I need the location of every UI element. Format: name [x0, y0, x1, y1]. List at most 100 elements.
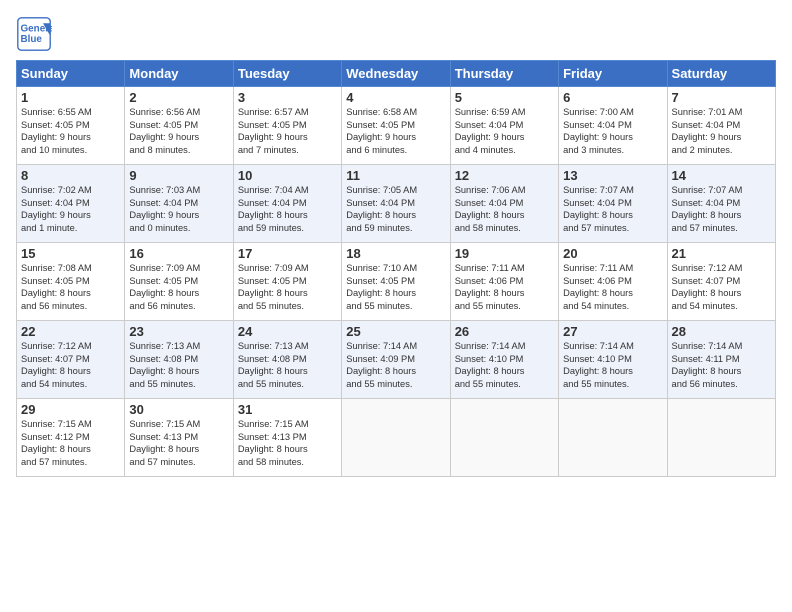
day-number: 12 [455, 168, 554, 183]
cell-info: Sunrise: 7:14 AM Sunset: 4:11 PM Dayligh… [672, 340, 771, 390]
calendar-week-2: 8Sunrise: 7:02 AM Sunset: 4:04 PM Daylig… [17, 165, 776, 243]
calendar-cell: 24Sunrise: 7:13 AM Sunset: 4:08 PM Dayli… [233, 321, 341, 399]
cell-info: Sunrise: 7:11 AM Sunset: 4:06 PM Dayligh… [563, 262, 662, 312]
cell-info: Sunrise: 7:13 AM Sunset: 4:08 PM Dayligh… [129, 340, 228, 390]
calendar-cell: 17Sunrise: 7:09 AM Sunset: 4:05 PM Dayli… [233, 243, 341, 321]
day-number: 19 [455, 246, 554, 261]
calendar-cell: 20Sunrise: 7:11 AM Sunset: 4:06 PM Dayli… [559, 243, 667, 321]
day-number: 13 [563, 168, 662, 183]
cell-info: Sunrise: 7:08 AM Sunset: 4:05 PM Dayligh… [21, 262, 120, 312]
cell-info: Sunrise: 7:11 AM Sunset: 4:06 PM Dayligh… [455, 262, 554, 312]
day-number: 27 [563, 324, 662, 339]
day-number: 10 [238, 168, 337, 183]
day-number: 30 [129, 402, 228, 417]
day-number: 3 [238, 90, 337, 105]
calendar-cell: 29Sunrise: 7:15 AM Sunset: 4:12 PM Dayli… [17, 399, 125, 477]
day-number: 4 [346, 90, 445, 105]
calendar-cell [342, 399, 450, 477]
day-number: 28 [672, 324, 771, 339]
day-number: 8 [21, 168, 120, 183]
day-number: 9 [129, 168, 228, 183]
weekday-header-tuesday: Tuesday [233, 61, 341, 87]
weekday-header-wednesday: Wednesday [342, 61, 450, 87]
day-number: 23 [129, 324, 228, 339]
cell-info: Sunrise: 7:09 AM Sunset: 4:05 PM Dayligh… [238, 262, 337, 312]
cell-info: Sunrise: 7:07 AM Sunset: 4:04 PM Dayligh… [563, 184, 662, 234]
calendar-cell: 5Sunrise: 6:59 AM Sunset: 4:04 PM Daylig… [450, 87, 558, 165]
weekday-header-sunday: Sunday [17, 61, 125, 87]
cell-info: Sunrise: 7:14 AM Sunset: 4:10 PM Dayligh… [563, 340, 662, 390]
weekday-header-row: SundayMondayTuesdayWednesdayThursdayFrid… [17, 61, 776, 87]
day-number: 7 [672, 90, 771, 105]
day-number: 18 [346, 246, 445, 261]
day-number: 20 [563, 246, 662, 261]
calendar-cell: 23Sunrise: 7:13 AM Sunset: 4:08 PM Dayli… [125, 321, 233, 399]
calendar-week-4: 22Sunrise: 7:12 AM Sunset: 4:07 PM Dayli… [17, 321, 776, 399]
day-number: 2 [129, 90, 228, 105]
calendar-cell: 2Sunrise: 6:56 AM Sunset: 4:05 PM Daylig… [125, 87, 233, 165]
cell-info: Sunrise: 7:06 AM Sunset: 4:04 PM Dayligh… [455, 184, 554, 234]
calendar-cell: 9Sunrise: 7:03 AM Sunset: 4:04 PM Daylig… [125, 165, 233, 243]
calendar-cell: 3Sunrise: 6:57 AM Sunset: 4:05 PM Daylig… [233, 87, 341, 165]
calendar-cell: 15Sunrise: 7:08 AM Sunset: 4:05 PM Dayli… [17, 243, 125, 321]
cell-info: Sunrise: 7:14 AM Sunset: 4:10 PM Dayligh… [455, 340, 554, 390]
calendar-cell [559, 399, 667, 477]
calendar-cell [450, 399, 558, 477]
cell-info: Sunrise: 7:02 AM Sunset: 4:04 PM Dayligh… [21, 184, 120, 234]
header: General Blue [16, 16, 776, 52]
logo: General Blue [16, 16, 56, 52]
cell-info: Sunrise: 7:12 AM Sunset: 4:07 PM Dayligh… [21, 340, 120, 390]
calendar-week-3: 15Sunrise: 7:08 AM Sunset: 4:05 PM Dayli… [17, 243, 776, 321]
day-number: 29 [21, 402, 120, 417]
calendar-cell: 22Sunrise: 7:12 AM Sunset: 4:07 PM Dayli… [17, 321, 125, 399]
day-number: 16 [129, 246, 228, 261]
calendar-cell: 11Sunrise: 7:05 AM Sunset: 4:04 PM Dayli… [342, 165, 450, 243]
day-number: 5 [455, 90, 554, 105]
cell-info: Sunrise: 7:01 AM Sunset: 4:04 PM Dayligh… [672, 106, 771, 156]
svg-text:Blue: Blue [21, 34, 43, 45]
cell-info: Sunrise: 6:57 AM Sunset: 4:05 PM Dayligh… [238, 106, 337, 156]
calendar-cell: 30Sunrise: 7:15 AM Sunset: 4:13 PM Dayli… [125, 399, 233, 477]
cell-info: Sunrise: 6:56 AM Sunset: 4:05 PM Dayligh… [129, 106, 228, 156]
day-number: 21 [672, 246, 771, 261]
day-number: 31 [238, 402, 337, 417]
day-number: 6 [563, 90, 662, 105]
calendar-cell: 6Sunrise: 7:00 AM Sunset: 4:04 PM Daylig… [559, 87, 667, 165]
day-number: 15 [21, 246, 120, 261]
calendar-cell: 26Sunrise: 7:14 AM Sunset: 4:10 PM Dayli… [450, 321, 558, 399]
cell-info: Sunrise: 7:00 AM Sunset: 4:04 PM Dayligh… [563, 106, 662, 156]
day-number: 11 [346, 168, 445, 183]
calendar-cell: 18Sunrise: 7:10 AM Sunset: 4:05 PM Dayli… [342, 243, 450, 321]
calendar-cell: 12Sunrise: 7:06 AM Sunset: 4:04 PM Dayli… [450, 165, 558, 243]
calendar-cell: 19Sunrise: 7:11 AM Sunset: 4:06 PM Dayli… [450, 243, 558, 321]
weekday-header-thursday: Thursday [450, 61, 558, 87]
weekday-header-friday: Friday [559, 61, 667, 87]
calendar-cell: 21Sunrise: 7:12 AM Sunset: 4:07 PM Dayli… [667, 243, 775, 321]
calendar-cell: 8Sunrise: 7:02 AM Sunset: 4:04 PM Daylig… [17, 165, 125, 243]
calendar-cell: 1Sunrise: 6:55 AM Sunset: 4:05 PM Daylig… [17, 87, 125, 165]
day-number: 14 [672, 168, 771, 183]
day-number: 26 [455, 324, 554, 339]
calendar-header: SundayMondayTuesdayWednesdayThursdayFrid… [17, 61, 776, 87]
weekday-header-saturday: Saturday [667, 61, 775, 87]
day-number: 25 [346, 324, 445, 339]
cell-info: Sunrise: 7:05 AM Sunset: 4:04 PM Dayligh… [346, 184, 445, 234]
calendar-cell: 28Sunrise: 7:14 AM Sunset: 4:11 PM Dayli… [667, 321, 775, 399]
weekday-header-monday: Monday [125, 61, 233, 87]
calendar-week-1: 1Sunrise: 6:55 AM Sunset: 4:05 PM Daylig… [17, 87, 776, 165]
calendar-body: 1Sunrise: 6:55 AM Sunset: 4:05 PM Daylig… [17, 87, 776, 477]
cell-info: Sunrise: 7:14 AM Sunset: 4:09 PM Dayligh… [346, 340, 445, 390]
calendar-table: SundayMondayTuesdayWednesdayThursdayFrid… [16, 60, 776, 477]
cell-info: Sunrise: 7:07 AM Sunset: 4:04 PM Dayligh… [672, 184, 771, 234]
cell-info: Sunrise: 7:15 AM Sunset: 4:13 PM Dayligh… [129, 418, 228, 468]
calendar-week-5: 29Sunrise: 7:15 AM Sunset: 4:12 PM Dayli… [17, 399, 776, 477]
calendar-cell: 7Sunrise: 7:01 AM Sunset: 4:04 PM Daylig… [667, 87, 775, 165]
logo-icon: General Blue [16, 16, 52, 52]
cell-info: Sunrise: 7:15 AM Sunset: 4:12 PM Dayligh… [21, 418, 120, 468]
cell-info: Sunrise: 7:13 AM Sunset: 4:08 PM Dayligh… [238, 340, 337, 390]
cell-info: Sunrise: 7:12 AM Sunset: 4:07 PM Dayligh… [672, 262, 771, 312]
calendar-cell: 14Sunrise: 7:07 AM Sunset: 4:04 PM Dayli… [667, 165, 775, 243]
cell-info: Sunrise: 6:58 AM Sunset: 4:05 PM Dayligh… [346, 106, 445, 156]
day-number: 24 [238, 324, 337, 339]
calendar-cell: 25Sunrise: 7:14 AM Sunset: 4:09 PM Dayli… [342, 321, 450, 399]
